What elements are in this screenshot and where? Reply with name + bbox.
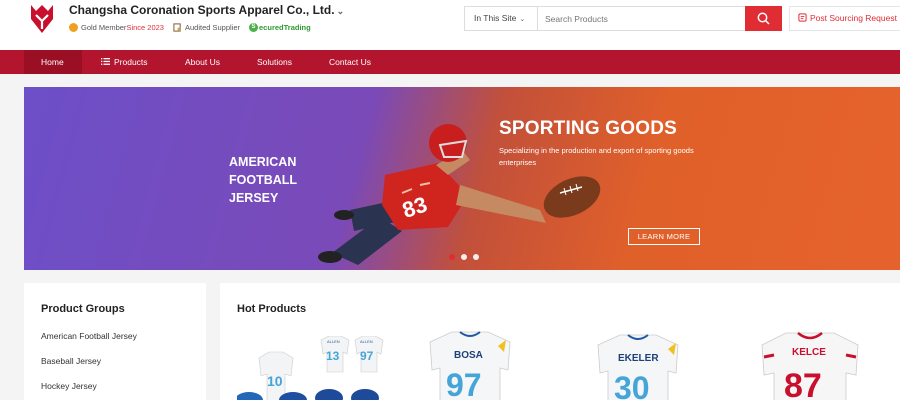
chevron-down-icon: ⌄ bbox=[336, 6, 345, 16]
header: Changsha Coronation Sports Apparel Co., … bbox=[0, 0, 900, 50]
product-image-jersey-collage[interactable]: 10 ALLEN 13 ALLEN 97 bbox=[237, 336, 387, 400]
secured-trading-label: ecuredTrading bbox=[259, 22, 311, 32]
supplier-badges: Gold Member Since 2023 Audited Supplier S… bbox=[69, 21, 320, 33]
nav-about-us[interactable]: About Us bbox=[185, 50, 220, 74]
main-nav: Home Products About Us Solutions Contact… bbox=[0, 50, 900, 74]
product-groups-panel: Product Groups American Football Jersey … bbox=[24, 283, 206, 400]
nav-products[interactable]: Products bbox=[101, 50, 148, 74]
nav-home[interactable]: Home bbox=[24, 50, 82, 74]
jersey-number-label: 97 bbox=[446, 367, 482, 400]
product-image-kelce-jersey[interactable]: KELCE 87 bbox=[750, 331, 870, 400]
jersey-number-label: 13 bbox=[326, 349, 340, 363]
jersey-number-label: 30 bbox=[614, 370, 650, 400]
post-sourcing-request-button[interactable]: Post Sourcing Request bbox=[789, 6, 900, 31]
product-group-item[interactable]: Hockey Jersey bbox=[41, 381, 97, 391]
nav-products-label: Products bbox=[114, 57, 148, 67]
audited-supplier-label: Audited Supplier bbox=[184, 22, 241, 32]
search-bar: In This Site ⌄ bbox=[464, 6, 782, 31]
banner-title: SPORTING GOODS bbox=[499, 118, 678, 139]
jersey-name-label: ALLEN bbox=[327, 339, 340, 344]
carousel-dot-2[interactable] bbox=[461, 254, 467, 260]
product-image-bosa-jersey[interactable]: BOSA 97 bbox=[420, 330, 520, 400]
audit-icon bbox=[173, 22, 182, 32]
secured-trading-badge[interactable]: SecuredTrading bbox=[249, 22, 311, 32]
member-since-label: Since 2023 bbox=[126, 22, 164, 32]
menu-icon bbox=[101, 58, 110, 65]
post-sourcing-label: Post Sourcing Request bbox=[810, 13, 897, 23]
learn-more-button[interactable]: LEARN MORE bbox=[628, 228, 700, 245]
hot-products-panel: Hot Products 10 ALLEN 13 ALLEN 97 BOSA 9… bbox=[220, 283, 900, 400]
chevron-down-icon: ⌄ bbox=[519, 16, 526, 23]
search-scope-label: In This Site bbox=[474, 13, 517, 23]
carousel-dot-1[interactable] bbox=[449, 254, 455, 260]
hot-products-title: Hot Products bbox=[237, 303, 307, 315]
carousel-dots bbox=[449, 254, 485, 260]
hero-banner[interactable]: AMERICAN FOOTBALL JERSEY 83 SPORTING GOO… bbox=[24, 87, 900, 270]
jersey-name-label: EKELER bbox=[618, 353, 659, 364]
nav-solutions[interactable]: Solutions bbox=[257, 50, 292, 74]
search-scope-select[interactable]: In This Site ⌄ bbox=[465, 7, 538, 30]
gold-member-badge[interactable]: Gold Member Since 2023 bbox=[69, 22, 164, 32]
search-input[interactable] bbox=[539, 7, 746, 30]
jersey-name-label: ALLEN bbox=[360, 339, 373, 344]
gold-member-label: Gold Member bbox=[81, 22, 127, 32]
search-icon bbox=[757, 12, 770, 25]
product-group-item[interactable]: American Football Jersey bbox=[41, 331, 137, 341]
jersey-name-label: BOSA bbox=[454, 350, 483, 361]
audited-supplier-badge[interactable]: Audited Supplier bbox=[173, 23, 240, 32]
sourcing-request-icon bbox=[798, 13, 807, 22]
jersey-number-label: 97 bbox=[360, 349, 374, 363]
product-group-item[interactable]: Baseball Jersey bbox=[41, 356, 101, 366]
jersey-name-label: KELCE bbox=[792, 347, 826, 358]
product-image-ekeler-jersey[interactable]: EKELER 30 bbox=[588, 333, 688, 400]
jersey-number-label: 87 bbox=[784, 367, 822, 400]
company-name[interactable]: Changsha Coronation Sports Apparel Co., … bbox=[69, 3, 344, 17]
company-logo-icon[interactable] bbox=[28, 3, 56, 35]
carousel-dot-3[interactable] bbox=[473, 254, 479, 260]
search-button[interactable] bbox=[745, 6, 782, 31]
company-name-text: Changsha Coronation Sports Apparel Co., … bbox=[69, 3, 335, 17]
nav-contact-us[interactable]: Contact Us bbox=[329, 50, 371, 74]
product-groups-title: Product Groups bbox=[41, 303, 125, 315]
secured-trading-icon: S bbox=[249, 22, 259, 32]
jersey-number-label: 10 bbox=[267, 373, 283, 389]
banner-description: Specializing in the production and expor… bbox=[499, 146, 694, 167]
gold-coin-icon bbox=[69, 22, 78, 32]
